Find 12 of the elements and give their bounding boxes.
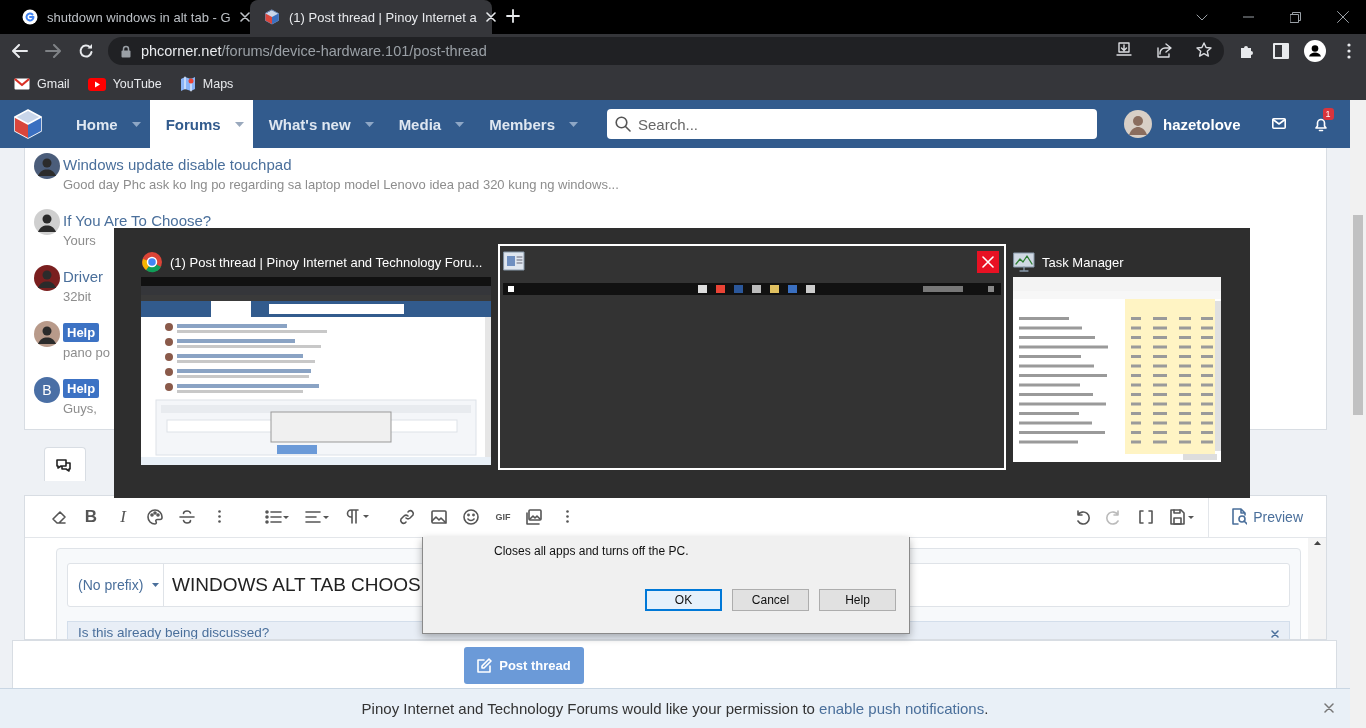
thread-excerpt: pano po bbox=[63, 345, 110, 360]
alert-badge: 1 bbox=[1322, 107, 1334, 120]
notice-text: Pinoy Internet and Technology Forums would like your permission to enable push notifications. bbox=[361, 700, 989, 717]
window-title: (1) Post thread | Pinoy Internet and Technology Foru... bbox=[170, 254, 483, 270]
thread-excerpt: 32bit bbox=[63, 289, 92, 304]
similar-threads-text: Is this already being discussed? bbox=[78, 625, 270, 639]
thread-excerpt: Yours bbox=[63, 233, 96, 248]
thread-excerpt: Good day Phc ask ko lng po regarding sa laptop model Lenovo idea pad 320 kung ng windows... bbox=[63, 177, 619, 192]
window-title: Task Manager bbox=[1042, 254, 1124, 270]
thread-excerpt: Guys, bbox=[63, 401, 97, 416]
dialog-message: Closes all apps and turns off the PC. bbox=[494, 544, 690, 558]
url-text: phcorner.net/forums/device-hardware.101/post-thread bbox=[140, 43, 488, 59]
